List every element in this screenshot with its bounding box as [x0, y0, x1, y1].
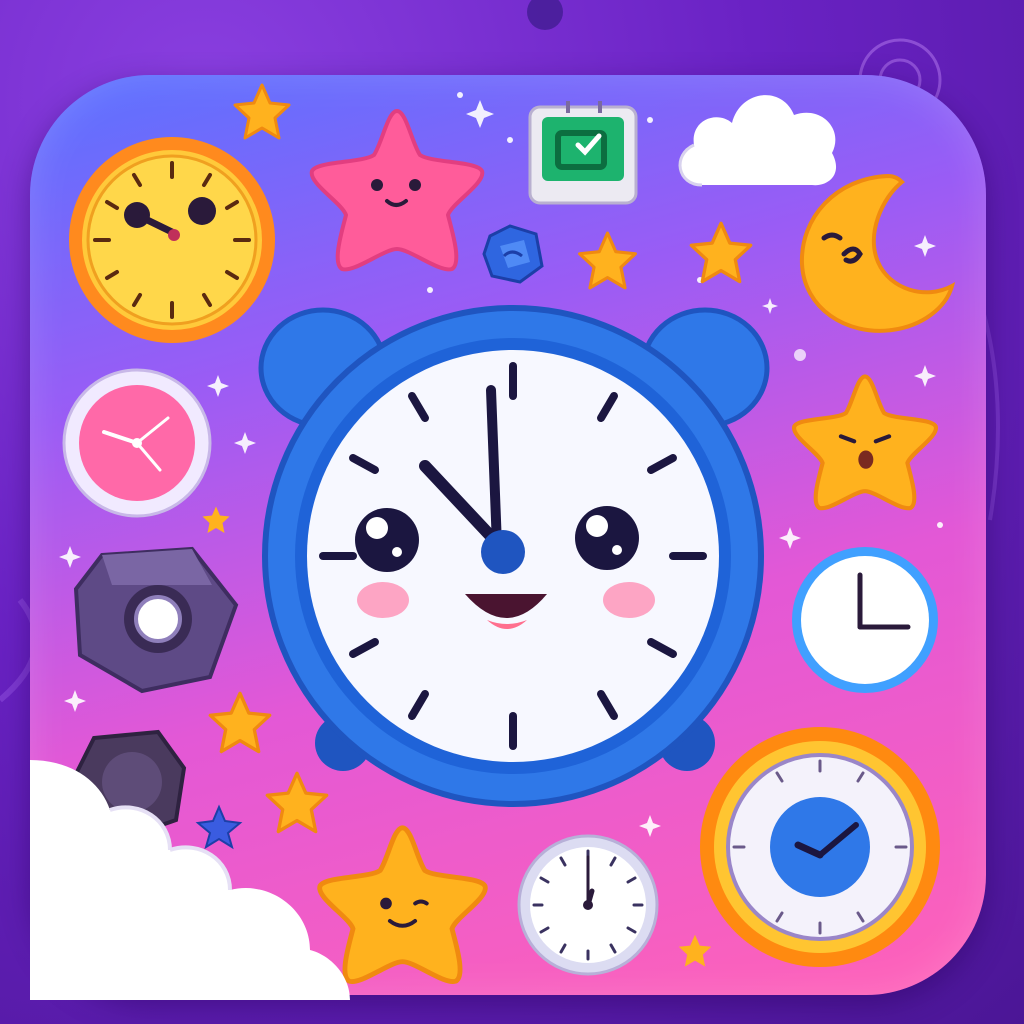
pink-star-face-icon — [309, 108, 485, 272]
icon-layer — [0, 0, 1024, 1024]
yellow-star-icon — [233, 83, 291, 140]
moon-face-icon — [799, 173, 956, 333]
white-clock-icon — [792, 547, 938, 693]
dial-clock-icon — [517, 834, 659, 976]
orange-star-face-icon — [792, 374, 938, 511]
pink-clock-icon — [62, 368, 212, 518]
minute-hand — [486, 385, 502, 551]
gray-gem-button-icon — [73, 546, 239, 694]
main-alarm-clock — [258, 305, 770, 807]
yellow-star-icon — [578, 231, 637, 290]
yellow-star-icon — [689, 221, 753, 284]
blue-gem-icon — [482, 224, 544, 284]
green-calendar-icon — [528, 101, 638, 205]
sun-clock-icon — [69, 137, 275, 343]
